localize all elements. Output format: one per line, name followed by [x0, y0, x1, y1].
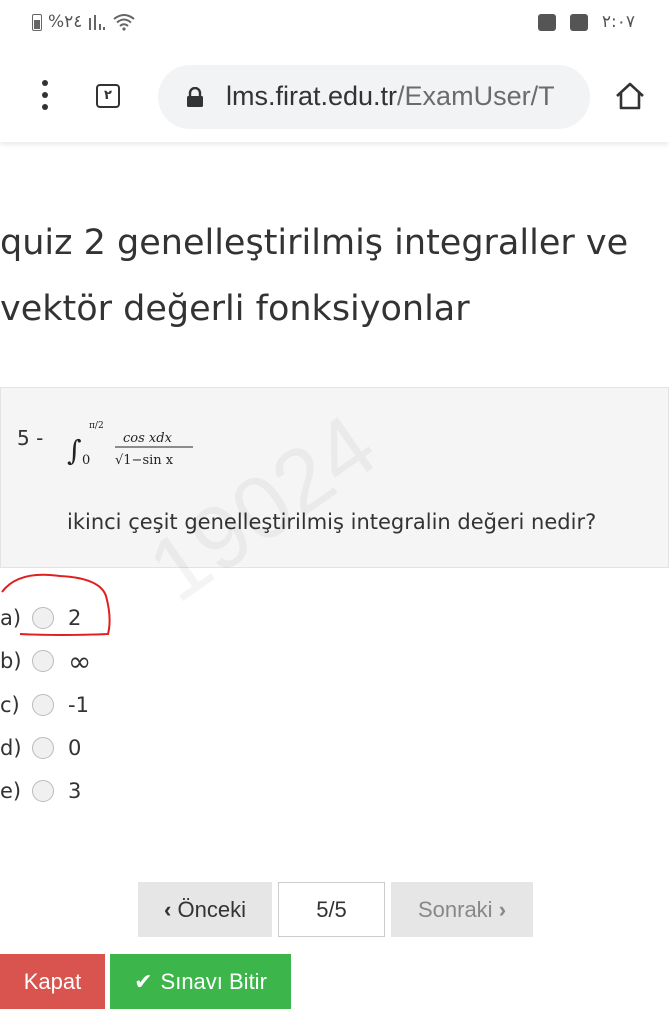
option-value: 0 [68, 736, 82, 760]
option-letter: d) [0, 736, 22, 760]
svg-text:∫: ∫ [67, 434, 82, 467]
option-b[interactable]: b) ∞ [0, 644, 92, 678]
question-formula: ∫ 0 π/2 cos xdx √1−sin x [67, 421, 193, 468]
wifi-icon [113, 14, 136, 31]
prev-button[interactable]: ‹ Önceki [138, 882, 272, 937]
quiz-title: quiz 2 genelleştirilmiş integraller ve v… [0, 223, 629, 329]
battery-icon [32, 13, 42, 31]
url-path: /ExamUser/T [397, 81, 555, 111]
status-right: ٢:٠٧ [537, 12, 635, 32]
option-radio[interactable] [32, 780, 54, 802]
option-letter: c) [0, 693, 20, 717]
finish-label: Sınavı Bitir [160, 968, 267, 994]
option-letter: e) [0, 779, 22, 803]
close-label: Kapat [23, 968, 82, 994]
signal-icon [89, 15, 106, 30]
option-letter: b) [0, 649, 22, 673]
finish-exam-button[interactable]: ✔ Sınavı Bitir [110, 954, 291, 1009]
next-label: Sonraki [417, 896, 493, 922]
prev-label: Önceki [177, 896, 246, 922]
battery-percent: %٢٤ [48, 12, 83, 32]
menu-icon[interactable] [36, 80, 54, 110]
address-bar[interactable]: lms.firat.edu.tr/ExamUser/T [158, 65, 590, 129]
option-value: -1 [68, 693, 89, 717]
option-radio[interactable] [32, 650, 54, 672]
chevron-right-icon: › [498, 896, 507, 922]
chevron-left-icon: ‹ [164, 896, 172, 922]
home-icon[interactable] [614, 80, 646, 112]
next-button[interactable]: Sonraki › [391, 882, 533, 937]
formula-numerator: cos xdx [123, 431, 173, 446]
question-number: 5 - [17, 426, 44, 450]
option-radio[interactable] [32, 737, 54, 759]
option-c[interactable]: c) -1 [0, 690, 89, 720]
annotation-circle [1, 573, 111, 636]
tabs-icon[interactable]: ٢ [96, 84, 120, 108]
formula-denominator: √1−sin x [115, 453, 174, 468]
status-left: %٢٤ [32, 12, 136, 32]
image-icon [537, 13, 556, 31]
close-button[interactable]: Kapat [0, 954, 105, 1009]
option-radio[interactable] [32, 694, 54, 716]
browser-toolbar: ٢ lms.firat.edu.tr/ExamUser/T [0, 50, 669, 142]
lock-icon [187, 87, 203, 107]
status-bar: %٢٤ ٢:٠٧ [0, 0, 669, 50]
url-text[interactable]: lms.firat.edu.tr/ExamUser/T [226, 81, 555, 112]
option-value: ∞ [68, 644, 92, 678]
option-e[interactable]: e) 3 [0, 776, 81, 806]
clock-icon [569, 13, 588, 31]
formula-upper: π/2 [89, 421, 104, 431]
status-time: ٢:٠٧ [601, 12, 635, 32]
url-domain: lms.firat.edu.tr [226, 81, 398, 111]
page-indicator: 5/5 [278, 882, 385, 937]
formula-lower: 0 [82, 453, 90, 468]
check-icon: ✔ [134, 968, 153, 994]
option-d[interactable]: d) 0 [0, 733, 81, 763]
option-value: 3 [68, 779, 82, 803]
